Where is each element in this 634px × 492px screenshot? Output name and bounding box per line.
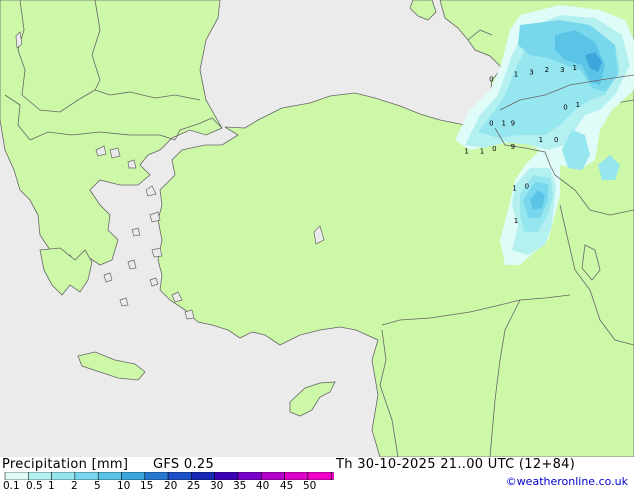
model-name: GFS 0.25 [153, 457, 215, 472]
precip-value-label: 9 [511, 143, 515, 151]
product-title: Precipitation [mm] [2, 457, 129, 472]
legend-label: 30 [210, 480, 224, 492]
legend-label: 5 [94, 480, 101, 492]
legend-label: 1 [48, 480, 55, 492]
precip-value-label: 2 [545, 66, 549, 74]
legend-label: 40 [256, 480, 270, 492]
legend-swatch [261, 472, 285, 480]
precip-value-label: 0 [525, 182, 529, 190]
precip-value-label: 1 [514, 217, 518, 225]
precip-value-label: 0 [489, 75, 493, 83]
legend-label: 0.1 [3, 480, 20, 492]
precip-value-label: 0 [563, 103, 567, 111]
precip-value-label: 1 [576, 101, 580, 109]
precip-value-label: 0 [554, 136, 558, 144]
legend-label: 2 [71, 480, 78, 492]
legend-swatch [74, 472, 99, 480]
legend-overflow-arrow [330, 472, 334, 480]
legend-swatch [4, 472, 29, 480]
precip-value-label: 0 [492, 145, 496, 153]
legend-label: 35 [233, 480, 247, 492]
legend-swatch [121, 472, 146, 480]
legend-swatch [167, 472, 192, 480]
island-6 [151, 247, 163, 258]
weather-map: 01 3 2 3 1100 1 91 1 0 91 01 01 [0, 0, 634, 457]
color-legend-bar [4, 472, 334, 480]
credit-link[interactable]: ©weatheronline.co.uk [506, 475, 628, 488]
precip-value-label: 0 [489, 120, 493, 128]
legend-swatch [307, 472, 332, 480]
valid-time: Th 30-10-2025 21..00 UTC (12+84) [336, 457, 576, 472]
legend-swatch [284, 472, 309, 480]
legend-swatch [237, 472, 262, 480]
island-1 [109, 147, 121, 159]
legend-label: 45 [280, 480, 294, 492]
legend-label: 15 [140, 480, 154, 492]
precip-value-label: 3 [560, 66, 564, 74]
legend-swatch [144, 472, 169, 480]
precip-value-label: 1 [464, 147, 468, 155]
legend-swatch [214, 472, 239, 480]
legend-swatch [191, 472, 215, 480]
legend-label: 10 [117, 480, 131, 492]
precip-value-label: 3 [529, 68, 533, 76]
island-10 [184, 309, 195, 320]
legend-label: 25 [187, 480, 201, 492]
legend-swatch [28, 472, 52, 480]
legend-swatch [51, 472, 76, 480]
legend-label: 0.5 [26, 480, 43, 492]
precip-value-label: 1 [572, 64, 576, 72]
footer-bar: Precipitation [mm] GFS 0.25 Th 30-10-202… [0, 457, 634, 492]
precip-value-label: 1 [480, 147, 484, 155]
legend-swatch [97, 472, 122, 480]
precip-value-label: 1 [539, 136, 543, 144]
legend-label: 50 [303, 480, 317, 492]
precip-value-label: 1 [514, 71, 518, 79]
legend-label: 20 [164, 480, 178, 492]
precip-value-label: 1 [501, 120, 505, 128]
precip-value-label: 1 [512, 185, 516, 193]
precip-value-label: 9 [511, 120, 515, 128]
